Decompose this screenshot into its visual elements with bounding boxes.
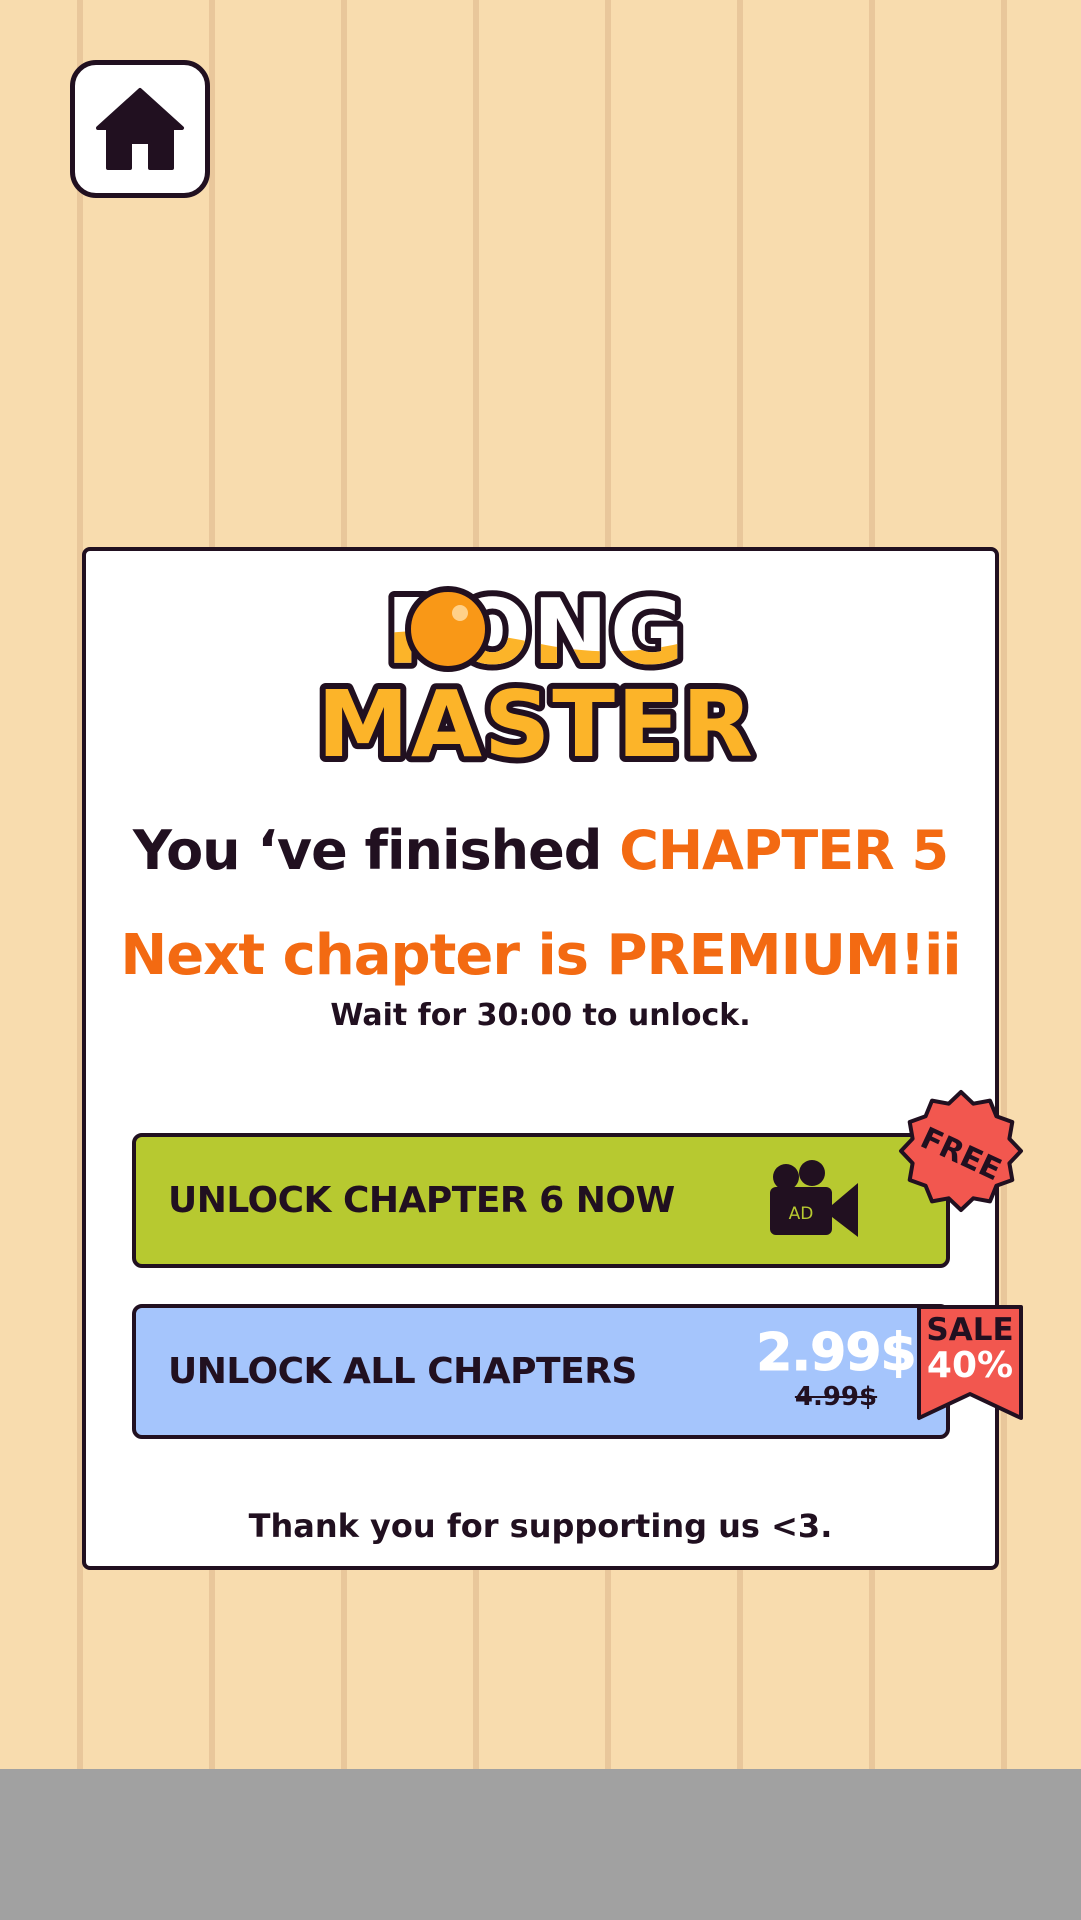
finished-message: You ‘ve finished CHAPTER 5 xyxy=(86,819,995,882)
ad-label: AD xyxy=(789,1204,814,1224)
chapter-complete-dialog: PONG PONG MASTER You ‘ve finished CHAPTE… xyxy=(82,547,1023,1570)
bottom-bar xyxy=(0,1769,1081,1920)
logo-line-2: MASTER xyxy=(317,671,754,771)
sale-percent: 40% xyxy=(926,1345,1014,1386)
sale-label: SALE xyxy=(926,1312,1014,1348)
game-logo: PONG PONG MASTER xyxy=(311,581,758,771)
video-camera-icon: AD xyxy=(770,1160,858,1237)
original-price: 4.99$ xyxy=(794,1382,878,1412)
unlock-all-label: UNLOCK ALL CHAPTERS xyxy=(168,1351,637,1392)
sale-price: 2.99$ xyxy=(756,1323,917,1383)
sale-badge: SALE 40% xyxy=(916,1304,1024,1422)
thanks-message: Thank you for supporting us <3. xyxy=(248,1507,833,1545)
premium-message: Next chapter is PREMIUM!ii xyxy=(120,923,961,988)
home-icon xyxy=(96,88,184,170)
wait-timer-message: Wait for 30:00 to unlock. xyxy=(330,998,751,1033)
finished-chapter: CHAPTER 5 xyxy=(619,819,949,882)
ball-icon xyxy=(405,586,491,672)
unlock-chapter-button[interactable]: UNLOCK CHAPTER 6 NOW AD xyxy=(132,1133,950,1268)
free-badge: FREE xyxy=(899,1090,1023,1212)
finished-prefix: You ‘ve finished xyxy=(132,819,602,882)
home-button[interactable] xyxy=(70,60,210,198)
unlock-chapter-label: UNLOCK CHAPTER 6 NOW xyxy=(168,1180,675,1221)
price-block: 2.99$ 4.99$ xyxy=(756,1323,917,1413)
unlock-all-button[interactable]: UNLOCK ALL CHAPTERS 2.99$ 4.99$ xyxy=(132,1304,950,1439)
